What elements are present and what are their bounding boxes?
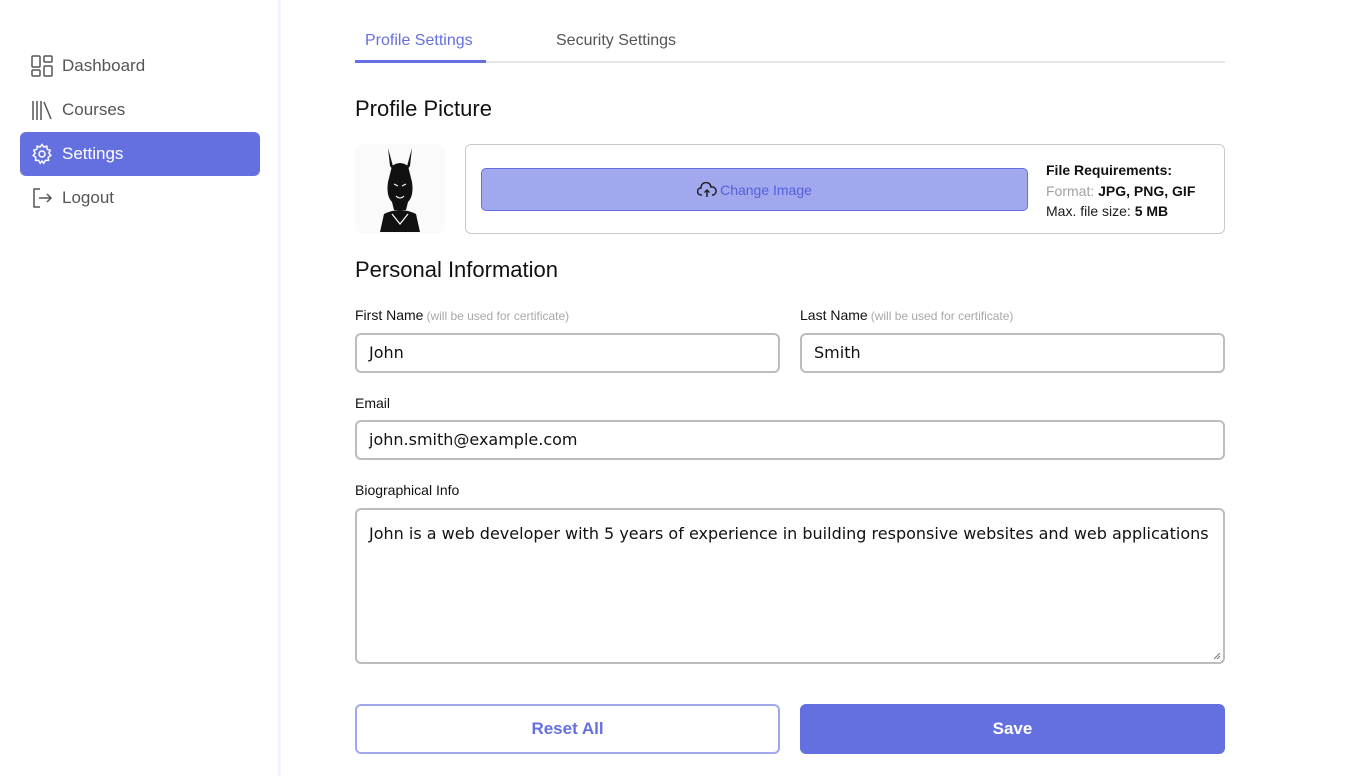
- first-name-field[interactable]: John: [355, 333, 780, 373]
- file-size-value: 5 MB: [1134, 203, 1169, 219]
- file-requirements: File Requirements: Format: JPG, PNG, GIF…: [1046, 160, 1195, 222]
- first-name-hint: (will be used for certificate): [426, 309, 570, 323]
- upload-card: Change Image File Requirements: Format: …: [465, 144, 1225, 234]
- avatar: [355, 144, 445, 234]
- sidebar-item-logout[interactable]: Logout: [20, 176, 260, 220]
- tab-profile-settings[interactable]: Profile Settings: [365, 32, 473, 50]
- cloud-upload-icon: [697, 181, 717, 197]
- file-format-line: Format: JPG, PNG, GIF: [1046, 181, 1195, 202]
- sidebar-item-label: Settings: [62, 144, 124, 163]
- change-image-label: Change Image: [720, 181, 812, 198]
- app-root: Dashboard Courses Settings Logout Profil…: [0, 0, 1357, 776]
- sidebar-item-label: Courses: [62, 100, 126, 119]
- sidebar-nav: Dashboard Courses Settings Logout: [20, 44, 260, 220]
- settings-tabs: Profile Settings Security Settings: [355, 0, 1225, 63]
- sidebar-item-dashboard[interactable]: Dashboard: [20, 44, 260, 88]
- profile-picture-title: Profile Picture: [355, 96, 492, 121]
- first-name-label: First Name (will be used for certificate): [355, 307, 569, 323]
- logout-icon: [30, 186, 54, 210]
- last-name-field[interactable]: Smith: [800, 333, 1225, 373]
- save-button[interactable]: Save: [800, 704, 1225, 754]
- last-name-label: Last Name (will be used for certificate): [800, 307, 1013, 323]
- change-image-button[interactable]: Change Image: [481, 168, 1028, 211]
- file-size-label: Max. file size:: [1046, 203, 1131, 219]
- resize-handle-icon[interactable]: [1213, 652, 1221, 660]
- bio-label: Biographical Info: [355, 482, 460, 498]
- sidebar-item-settings[interactable]: Settings: [20, 132, 260, 176]
- file-format-value: JPG, PNG, GIF: [1098, 182, 1196, 199]
- personal-info-title: Personal Information: [355, 257, 558, 282]
- bio-textarea[interactable]: John is a web developer with 5 years of …: [355, 508, 1225, 664]
- sidebar-item-courses[interactable]: Courses: [20, 88, 260, 132]
- file-requirements-title: File Requirements:: [1046, 162, 1173, 178]
- main-content: Profile Settings Security Settings Profi…: [355, 0, 1225, 754]
- doberman-avatar-image: [380, 148, 420, 232]
- sidebar-item-label: Dashboard: [62, 56, 146, 75]
- email-label: Email: [355, 395, 391, 411]
- gear-icon: [30, 142, 54, 166]
- sidebar-item-label: Logout: [62, 188, 114, 207]
- file-size-line: Max. file size: 5 MB: [1046, 201, 1195, 222]
- first-name-label-text: First Name: [355, 307, 424, 323]
- reset-all-button[interactable]: Reset All: [355, 704, 780, 754]
- sidebar: Dashboard Courses Settings Logout: [0, 0, 281, 776]
- library-icon: [30, 98, 54, 122]
- dashboard-icon: [30, 54, 54, 78]
- active-tab-indicator: [355, 60, 486, 63]
- file-format-label: Format:: [1046, 182, 1095, 199]
- last-name-label-text: Last Name: [800, 307, 868, 323]
- bio-text: John is a web developer with 5 years of …: [369, 524, 1209, 543]
- email-field[interactable]: john.smith@example.com: [355, 420, 1225, 460]
- last-name-hint: (will be used for certificate): [870, 309, 1014, 323]
- tab-security-settings[interactable]: Security Settings: [556, 32, 676, 50]
